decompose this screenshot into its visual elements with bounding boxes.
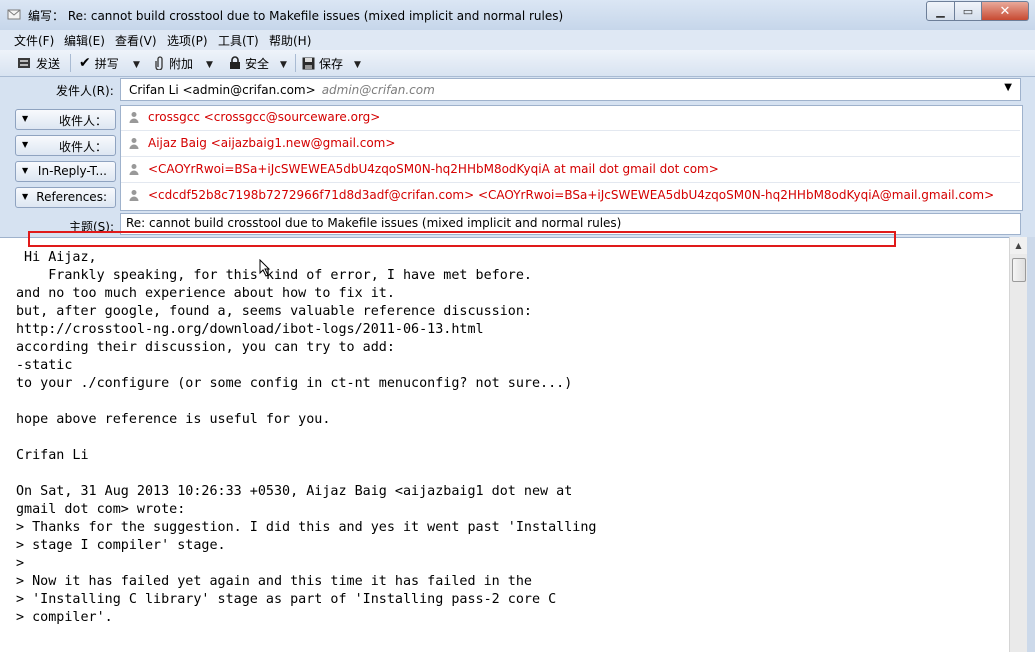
recipient-row[interactable]: <cdcdf52b8c7198b7272966f71d8d3adf@crifan… (121, 184, 1020, 208)
security-dropdown-arrow-icon[interactable]: ▼ (280, 57, 287, 73)
message-body-editor[interactable]: Hi Aijaz, Frankly speaking, for this kin… (0, 237, 1035, 653)
save-button[interactable]: 保存 (302, 55, 343, 71)
recipient-address: crossgcc <crossgcc@sourceware.org> (148, 110, 381, 124)
recipient-address: <CAOYrRwoi=BSa+iJcSWEWEA5dbU4zqoSM0N-hq2… (148, 162, 719, 176)
window-frame-edge (1027, 237, 1035, 652)
recipient-type-button-1[interactable]: ▼ 收件人： (15, 109, 116, 130)
maximize-button[interactable]: ▭ (955, 1, 982, 21)
menu-view[interactable]: 查看(V) (115, 32, 157, 49)
scrollbar-thumb[interactable] (1012, 258, 1026, 282)
attach-button[interactable]: 附加 (155, 55, 193, 71)
person-icon (129, 164, 139, 175)
dropdown-arrow-icon: ▼ (22, 192, 29, 201)
send-icon (18, 58, 30, 68)
security-button[interactable]: 安全 (229, 55, 269, 71)
send-button[interactable]: 发送 (17, 55, 60, 71)
menu-options[interactable]: 选项(P) (167, 32, 208, 49)
spell-button[interactable]: ✔ 拼写 (79, 55, 119, 71)
window-controls: ▁ ▭ ✕ (926, 1, 1029, 21)
lock-icon (230, 56, 240, 69)
recipient-address: <cdcdf52b8c7198b7272966f71d8d3adf@crifan… (148, 188, 995, 202)
person-icon (129, 112, 139, 123)
from-select[interactable]: Crifan Li <admin@crifan.com> admin@crifa… (120, 78, 1021, 101)
highlight-box (28, 231, 896, 247)
toolbar-separator (295, 54, 296, 72)
recipient-list: crossgcc <crossgcc@sourceware.org> Aijaz… (120, 105, 1023, 211)
compose-mail-icon (7, 9, 21, 20)
menu-help[interactable]: 帮助(H) (269, 32, 311, 49)
person-icon (129, 138, 139, 149)
recipient-type-button-4[interactable]: ▼ References: (15, 187, 116, 208)
toolbar: 发送 ✔ 拼写 ▼ 附加 ▼ 安全 ▼ 保存 ▼ (0, 50, 1035, 77)
spell-dropdown-arrow-icon[interactable]: ▼ (133, 57, 140, 73)
save-dropdown-arrow-icon[interactable]: ▼ (354, 57, 361, 73)
vertical-scrollbar[interactable]: ▲ (1009, 237, 1027, 652)
dropdown-arrow-icon: ▼ (22, 166, 29, 175)
text-cursor-icon (259, 259, 271, 277)
recipient-address: Aijaz Baig <aijazbaig1.new@gmail.com> (148, 136, 396, 150)
dropdown-arrow-icon: ▼ (22, 114, 29, 123)
window-title: 编写： Re: cannot build crosstool due to Ma… (28, 9, 564, 23)
chevron-down-icon: ▼ (1004, 82, 1012, 93)
message-body-text: Hi Aijaz, Frankly speaking, for this kin… (16, 250, 597, 625)
title-bar: 编写： Re: cannot build crosstool due to Ma… (0, 0, 1035, 30)
recipient-type-button-3[interactable]: ▼ In-Reply-T... (15, 161, 116, 182)
from-alias: admin@crifan.com (321, 82, 435, 97)
from-label: 发件人(R): (56, 84, 114, 98)
menu-edit[interactable]: 编辑(E) (64, 32, 105, 49)
close-button[interactable]: ✕ (982, 1, 1029, 21)
recipient-row[interactable]: <CAOYrRwoi=BSa+iJcSWEWEA5dbU4zqoSM0N-hq2… (121, 158, 1020, 183)
floppy-disk-icon (302, 57, 315, 69)
minimize-button[interactable]: ▁ (926, 1, 955, 21)
recipient-type-button-2[interactable]: ▼ 收件人： (15, 135, 116, 156)
dropdown-arrow-icon: ▼ (22, 140, 29, 149)
recipient-row[interactable]: Aijaz Baig <aijazbaig1.new@gmail.com> (121, 132, 1020, 157)
paperclip-icon (155, 56, 163, 70)
from-name: Crifan Li <admin@crifan.com> (129, 82, 316, 97)
toolbar-separator (70, 54, 71, 72)
scroll-up-arrow-icon[interactable]: ▲ (1010, 237, 1027, 254)
subject-value: Re: cannot build crosstool due to Makefi… (126, 216, 622, 230)
person-icon (129, 190, 139, 201)
attach-dropdown-arrow-icon[interactable]: ▼ (206, 57, 213, 73)
recipient-row[interactable]: crossgcc <crossgcc@sourceware.org> (121, 106, 1020, 131)
menu-tools[interactable]: 工具(T) (218, 32, 259, 49)
menu-file[interactable]: 文件(F) (14, 32, 54, 49)
menu-bar: 文件(F) 编辑(E) 查看(V) 选项(P) 工具(T) 帮助(H) (0, 30, 1035, 50)
checkmark-icon: ✔ (79, 55, 91, 71)
